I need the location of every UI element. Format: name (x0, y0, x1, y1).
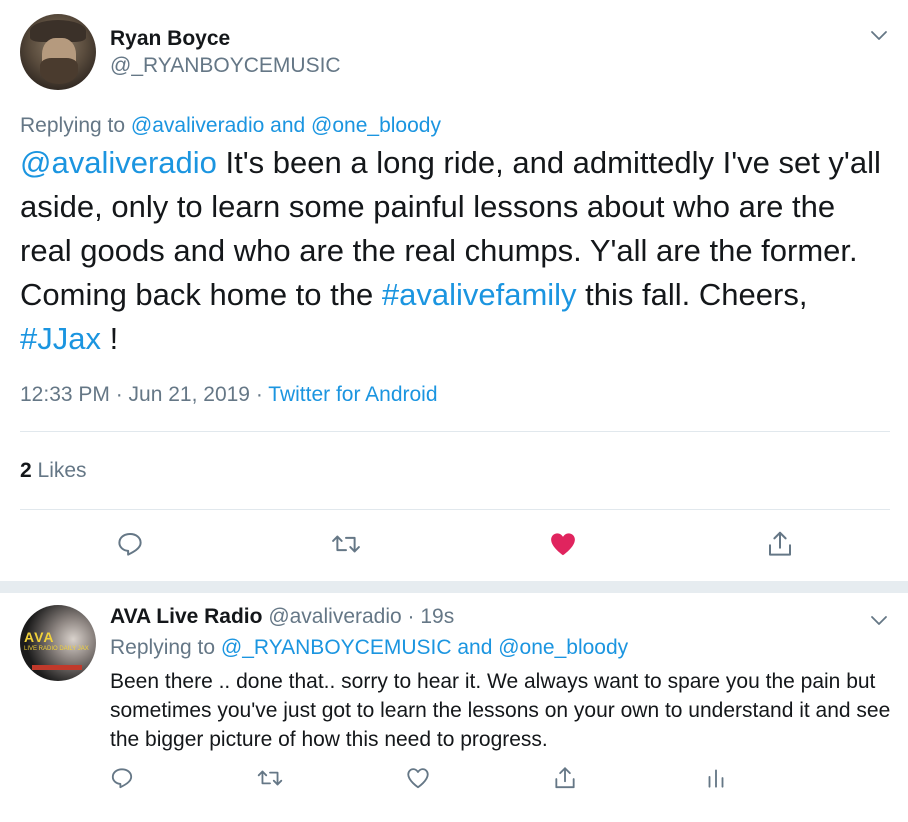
analytics-button[interactable] (698, 760, 734, 796)
replying-to-user-link[interactable]: @avaliveradio (131, 114, 264, 137)
replying-to-user-link[interactable]: @one_bloody (498, 636, 628, 659)
likes-count[interactable]: 2 Likes (20, 459, 87, 483)
replying-to-conjunction[interactable]: and (457, 636, 492, 659)
tweet-text-body: ! (100, 321, 119, 356)
hashtag-link[interactable]: #avalivefamily (382, 277, 577, 312)
author-handle[interactable]: @avaliveradio (268, 605, 401, 628)
speech-bubble-icon (111, 768, 133, 789)
avatar-logo-text: AVA (24, 629, 55, 645)
speech-bubble-icon (118, 533, 142, 556)
share-icon (555, 767, 575, 789)
author-name[interactable]: Ryan Boyce (110, 27, 230, 51)
share-button[interactable] (547, 760, 583, 796)
likes-number: 2 (20, 459, 32, 482)
share-icon (769, 531, 791, 556)
section-separator (0, 581, 908, 593)
replying-to: Replying to @avaliveradio and @one_blood… (20, 114, 441, 138)
reply-button[interactable] (104, 760, 140, 796)
replying-to-prefix: Replying to (110, 636, 216, 659)
divider (20, 509, 890, 510)
like-button[interactable] (545, 526, 581, 562)
replying-to-prefix: Replying to (20, 114, 126, 137)
chevron-down-icon (871, 31, 887, 40)
reply-author: AVA Live Radio @avaliveradio · 19s (110, 605, 454, 629)
author-handle[interactable]: @_RYANBOYCEMUSIC (110, 54, 341, 78)
likes-label: Likes (31, 459, 87, 482)
replying-to-user-link[interactable]: @one_bloody (311, 114, 441, 137)
avatar-logo-subtext: LIVE RADIO DAILY JAX (24, 646, 89, 652)
retweet-icon (257, 770, 283, 786)
more-options-button[interactable] (867, 608, 891, 632)
source-link[interactable]: Twitter for Android (268, 383, 437, 406)
relative-time[interactable]: 19s (420, 605, 454, 628)
main-tweet: Ryan Boyce @_RYANBOYCEMUSIC Replying to … (0, 0, 908, 581)
divider (20, 431, 890, 432)
replying-to: Replying to @_RYANBOYCEMUSIC and @one_bl… (110, 636, 628, 660)
reply-tweet[interactable]: AVA LIVE RADIO DAILY JAX AVA Live Radio … (0, 593, 908, 822)
retweet-icon (332, 535, 360, 553)
mention-link[interactable]: @avaliveradio (20, 145, 217, 180)
timestamp[interactable]: 12:33 PM · Jun 21, 2019 · (20, 383, 268, 406)
more-options-button[interactable] (867, 23, 891, 47)
avatar-red-bar (32, 665, 82, 670)
avatar[interactable] (20, 14, 96, 90)
retweet-button[interactable] (328, 526, 364, 562)
chevron-down-icon (871, 616, 887, 625)
avatar[interactable]: AVA LIVE RADIO DAILY JAX (20, 605, 96, 681)
reply-button[interactable] (112, 526, 148, 562)
like-button[interactable] (400, 760, 436, 796)
tweet-meta: 12:33 PM · Jun 21, 2019 · Twitter for An… (20, 383, 438, 407)
replying-to-user-link[interactable]: @_RYANBOYCEMUSIC (221, 636, 452, 659)
share-button[interactable] (762, 526, 798, 562)
heart-icon (407, 768, 429, 789)
bar-chart-icon (708, 769, 724, 788)
avatar-beard-shape (40, 58, 78, 84)
time-separator: · (401, 605, 421, 628)
tweet-text: @avaliveradio It's been a long ride, and… (20, 141, 890, 361)
retweet-button[interactable] (252, 760, 288, 796)
tweet-text-body: this fall. Cheers, (576, 277, 808, 312)
replying-to-conjunction[interactable]: and (270, 114, 305, 137)
reply-text: Been there .. done that.. sorry to hear … (110, 670, 891, 751)
heart-icon (551, 533, 575, 556)
author-name[interactable]: AVA Live Radio (110, 605, 262, 628)
hashtag-link[interactable]: #JJax (20, 321, 101, 356)
